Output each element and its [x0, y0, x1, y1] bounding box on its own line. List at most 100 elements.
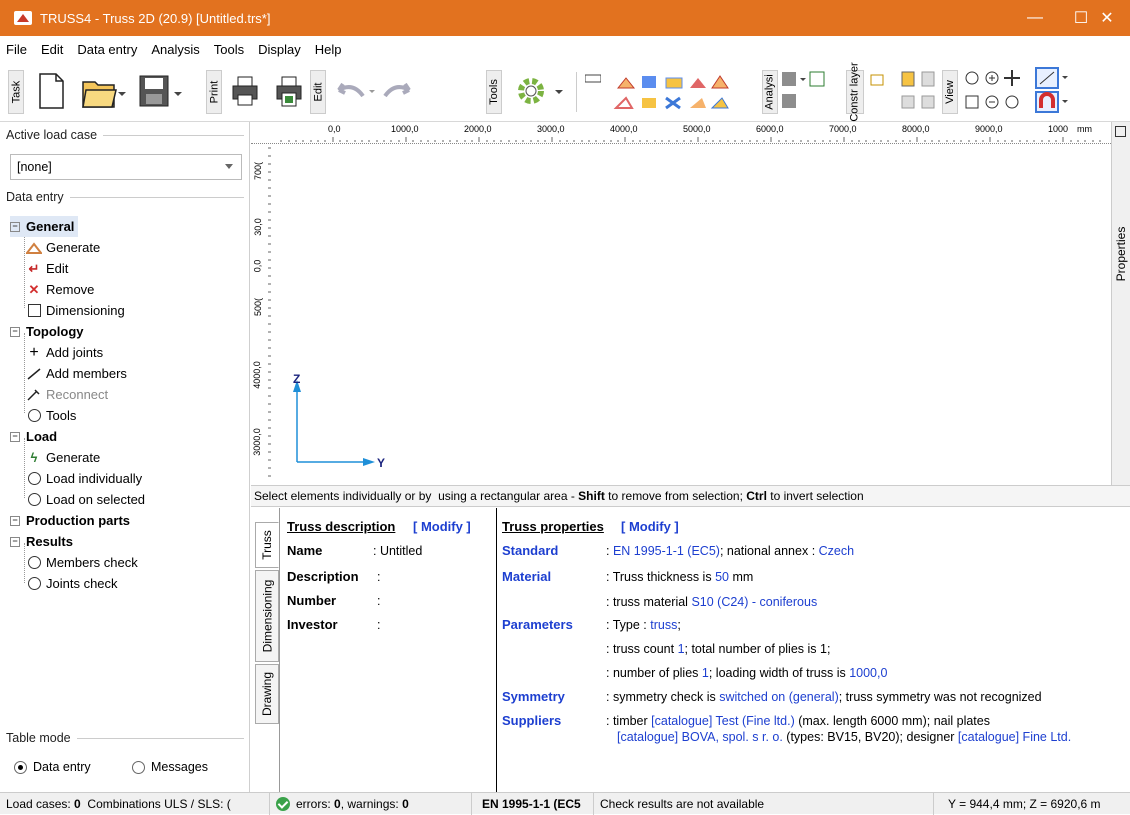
horizontal-ruler: 0,0 1000,0 2000,0 3000,0 4000,0 5000,0 6…	[251, 122, 1111, 144]
text: ; truss symmetry was not recognized	[838, 690, 1042, 704]
info-tabs: Truss Dimensioning Drawing	[251, 508, 280, 792]
view-tab[interactable]: View	[942, 70, 958, 114]
layer-button[interactable]	[866, 68, 890, 92]
edit-tab[interactable]: Edit	[310, 70, 326, 114]
text: Load cases:	[6, 797, 75, 811]
tab-drawing[interactable]: Drawing	[255, 664, 279, 724]
menu-analysis[interactable]: Analysis	[151, 42, 199, 57]
hint-text: to remove from selection;	[604, 489, 747, 503]
tree-item-remove[interactable]: ✕ Remove	[26, 279, 95, 300]
save-file-button[interactable]	[134, 68, 188, 114]
tree-item-tools[interactable]: Tools	[26, 405, 76, 426]
standard-link[interactable]: EN 1995-1-1 (EC5)	[613, 544, 720, 558]
tree-item-members-check[interactable]: Members check	[26, 552, 138, 573]
menu-data-entry[interactable]: Data entry	[77, 42, 137, 57]
loading-width-link[interactable]: 1000,0	[849, 666, 887, 680]
symmetry-link[interactable]: switched on (general)	[719, 690, 839, 704]
modify-description-link[interactable]: [ Modify ]	[413, 519, 471, 534]
print-preview-button[interactable]	[272, 68, 306, 114]
hint-ctrl-key: Ctrl	[746, 489, 767, 503]
panel-divider	[496, 508, 497, 792]
settings-button[interactable]	[508, 68, 570, 114]
tree-item-load-on-selected[interactable]: Load on selected	[26, 489, 145, 510]
standard-status: EN 1995-1-1 (EC5	[476, 793, 594, 815]
timber-catalogue-link[interactable]: [catalogue] Test (Fine ltd.)	[651, 714, 795, 728]
member-line-icon	[26, 367, 42, 381]
tree-item-dimensioning[interactable]: Dimensioning	[26, 300, 125, 321]
table-mode-data-entry[interactable]: Data entry	[14, 760, 91, 775]
window-title: TRUSS4 - Truss 2D (20.9) [Untitled.trs*]	[40, 10, 271, 26]
material-link[interactable]: S10 (C24) - coniferous	[691, 595, 817, 609]
properties-side-tab[interactable]: Properties	[1111, 122, 1130, 485]
tab-label: Drawing	[260, 671, 275, 717]
task-tab[interactable]: Task	[8, 70, 24, 114]
tree-node-general[interactable]: − General	[10, 216, 79, 237]
print-tab[interactable]: Print	[206, 70, 222, 114]
tree-item-edit[interactable]: ↵ Edit	[26, 258, 69, 279]
tree-item-add-members[interactable]: Add members	[26, 363, 127, 384]
count-link[interactable]: 1	[678, 642, 685, 656]
tools-tab[interactable]: Tools	[486, 70, 502, 114]
table-mode-header: Table mode	[6, 731, 244, 745]
param-type: : Type : truss;	[606, 618, 681, 632]
construction-layer-tab[interactable]: Constr layer	[846, 62, 864, 122]
tree-node-production-parts[interactable]: − Production parts	[10, 510, 130, 531]
tree-node-topology[interactable]: − Topology	[10, 321, 84, 342]
view-label: View	[944, 80, 956, 104]
tab-truss[interactable]: Truss	[255, 522, 279, 568]
hint-text: Select elements individually or by using…	[254, 489, 579, 503]
tree-item-reconnect[interactable]: Reconnect	[26, 384, 108, 405]
tree-item-label: Tools	[46, 408, 77, 423]
designer-catalogue-link[interactable]: [catalogue] Fine Ltd.	[958, 730, 1071, 744]
nail-plates-catalogue-link[interactable]: [catalogue] BOVA, spol. s r. o.	[617, 730, 783, 744]
tree-node-load[interactable]: − Load	[10, 426, 57, 447]
menu-file[interactable]: File	[6, 42, 27, 57]
dimension-tools	[898, 68, 940, 116]
investor-label: Investor	[287, 617, 338, 632]
print-button[interactable]	[228, 68, 262, 114]
menu-edit[interactable]: Edit	[41, 42, 63, 57]
close-button[interactable]: ✕	[1084, 0, 1130, 36]
radio-selected-icon	[14, 761, 27, 775]
text: : timber	[606, 714, 652, 728]
ruler-button[interactable]	[584, 72, 602, 86]
panel-toggle-icon[interactable]	[1115, 126, 1126, 137]
menu-tools[interactable]: Tools	[214, 42, 244, 57]
tab-dimensioning[interactable]: Dimensioning	[255, 570, 279, 662]
errors-status[interactable]: errors: 0, warnings: 0	[270, 793, 472, 815]
analysis-tab[interactable]: Analysi	[762, 70, 778, 114]
undo-button[interactable]	[332, 68, 418, 114]
status-bar: Load cases: 0 Combinations ULS / SLS: ( …	[0, 792, 1130, 815]
table-mode-messages[interactable]: Messages	[132, 760, 208, 775]
investor-value: :	[377, 618, 381, 632]
minimize-button[interactable]: —	[1012, 0, 1058, 36]
open-file-button[interactable]	[78, 68, 128, 114]
tree-node-results[interactable]: − Results	[10, 531, 73, 552]
tree-item-label: Dimensioning	[46, 303, 125, 318]
edit-label: Edit	[312, 82, 324, 102]
tree-item-load-generate[interactable]: ϟ Generate	[26, 447, 101, 468]
tree-item-generate[interactable]: Generate	[26, 237, 100, 258]
tree-item-add-joints[interactable]: + Add joints	[26, 342, 103, 363]
task-label: Task	[10, 80, 22, 104]
text: (max. length 6000 mm); nail plates	[794, 714, 990, 728]
tree-item-joints-check[interactable]: Joints check	[26, 573, 118, 594]
plies-link[interactable]: 1	[702, 666, 709, 680]
active-load-case-select[interactable]: [none]	[10, 154, 242, 180]
tree-item-label: Edit	[46, 261, 69, 276]
title-bar: TRUSS4 - Truss 2D (20.9) [Untitled.trs*]…	[0, 0, 1130, 36]
snap-tools[interactable]	[1034, 66, 1074, 116]
thickness-link[interactable]: 50	[715, 570, 729, 584]
type-link[interactable]: truss	[650, 618, 677, 632]
text: : number of plies	[606, 666, 702, 680]
text: : Type :	[606, 618, 651, 632]
tree-item-load-individually[interactable]: Load individually	[26, 468, 142, 489]
national-annex-link[interactable]: Czech	[819, 544, 854, 558]
drawing-canvas[interactable]: 0,0 1000,0 2000,0 3000,0 4000,0 5000,0 6…	[251, 122, 1111, 485]
new-file-button[interactable]	[32, 68, 70, 114]
menu-help[interactable]: Help	[315, 42, 342, 57]
menu-display[interactable]: Display	[258, 42, 301, 57]
modify-properties-link[interactable]: [ Modify ]	[621, 519, 679, 534]
data-entry-title: Data entry	[6, 190, 64, 204]
plus-icon: +	[29, 343, 39, 361]
